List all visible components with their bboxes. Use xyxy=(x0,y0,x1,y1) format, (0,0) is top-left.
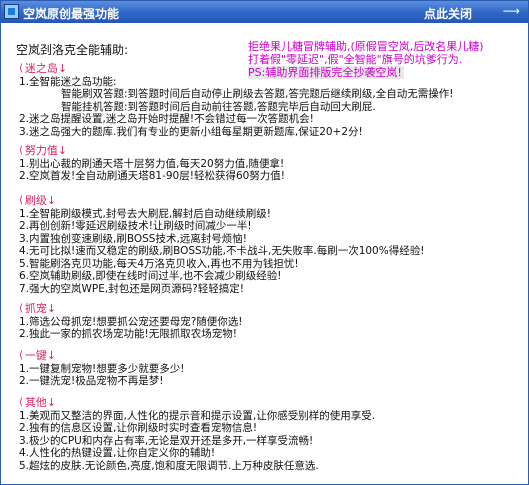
content-area: 空岚刭洛克全能辅助: 拒绝果儿糖冒牌辅助,(原假冒空岚,后改名果儿糖) 打着假"… xyxy=(5,27,523,479)
window-title: 空岚原创最强功能 xyxy=(23,7,120,21)
list-item: 1.全智能刷级模式,封号去大刷屁,解封后自动继续刷级! xyxy=(19,207,271,220)
list-item: 2.独有的信息区设置,让你刷级时实时查看宠物信息! xyxy=(19,422,258,434)
list-item: 智能刷双答题:到答题时间后自动停止刷级去答题,答完题后继续刷级,全自动无需操作! xyxy=(61,88,454,100)
section-marker-icon: ⟨ xyxy=(19,303,23,314)
section-catch: ⟨ 抓宠 ↓ 1.筛选公母抓宠!想要抓公宠还要母宠?随便你选! 2.独此一家的抓农场… xyxy=(9,302,243,341)
section-leveling: ⟨ 刷级 ↓ 1.全智能刷级模式,封号去大刷屁,解封后自动继续刷级! 2.再创创新!… xyxy=(9,194,425,295)
page-heading: 空岚刭洛克全能辅助: xyxy=(16,43,129,57)
app-icon xyxy=(4,4,19,19)
list-item: 4.人性化的热键设置,让你自定义你的辅助! xyxy=(19,447,216,459)
arrow-right-icon[interactable]: ⟶ xyxy=(503,4,520,18)
list-item: 2.独此一家的抓农场宠功能!无限抓取农场宠物! xyxy=(19,328,237,340)
section-title: ⟨ 抓宠 ↓ xyxy=(19,302,57,315)
section-marker-icon: ⟨ xyxy=(19,350,23,361)
list-item: 1.一键复制宠物!想要多少就要多少! xyxy=(19,362,185,375)
list-item: 2.空岚首发!全自动刷通天塔81-90层!轻松获得60努力值! xyxy=(19,170,286,182)
section-effort: ⟨ 努力值 ↓ 1.别出心裁的刷通天塔十层努力值,每天20努力值,随便拿! 2.空岚… xyxy=(9,144,286,183)
list-item: 3.极少的CPU和内存占有率,无论是双开还是多开,一样享受流畅! xyxy=(19,434,314,447)
section-title: ⟨ 一键 ↓ xyxy=(19,349,57,362)
list-item: 7.强大的空岚WPE,封包还是网页源码?轻轻搞定! xyxy=(19,282,244,295)
notice-line: 拒绝果儿糖冒牌辅助,(原假冒空岚,后改名果儿糖) xyxy=(248,40,484,53)
section-marker-icon: ⟨ xyxy=(19,397,23,408)
list-item: 1.美观而又整洁的界面,人性化的提示音和提示设置,让你感受别样的使用享受. xyxy=(19,409,376,422)
section-title: ⟨ 迷之岛 ↓ xyxy=(19,62,68,75)
section-marker-icon: ⟨ xyxy=(19,63,23,74)
list-item: 6.空岚辅助刷级,即使在线时间过半,也不会减少刷级经验! xyxy=(19,270,282,282)
list-item: 1.全智能迷之岛功能: xyxy=(19,75,117,88)
main-window: 空岚原创最强功能 点此关闭 ⟶ 空岚刭洛克全能辅助: 拒绝果儿糖冒牌辅助,(原假… xyxy=(0,0,529,485)
list-item: 智能挂机答题:到答题时间后自动前往答题,答题完毕后自动回大刷屁. xyxy=(61,100,376,113)
list-item: 1.筛选公母抓宠!想要抓公宠还要母宠?随便你选! xyxy=(19,315,243,328)
list-item: 5.智能刷洛克贝功能,每天4万洛克贝收入,再也不用为钱担忧! xyxy=(19,257,299,270)
section-title: ⟨ 其他 ↓ xyxy=(19,396,57,409)
list-item: 5.超炫的皮肤.无论颜色,亮度,饱和度无限调节.上万种皮肤任意选. xyxy=(19,459,319,472)
section-title: ⟨ 刷级 ↓ xyxy=(19,194,57,207)
close-link[interactable]: 点此关闭 xyxy=(424,5,472,22)
list-item: 3.迷之岛强大的题库.我们有专业的更新小组每星期更新题库,保证20+2分! xyxy=(19,125,363,138)
list-item: 2.迷之岛提醒设置,迷之岛开始时提醒!不会错过每一次答题机会! xyxy=(19,113,314,125)
section-other: ⟨ 其他 ↓ 1.美观而又整洁的界面,人性化的提示音和提示设置,让你感受别样的使用享… xyxy=(9,396,376,472)
title-bar[interactable]: 空岚原创最强功能 点此关闭 ⟶ xyxy=(1,1,528,23)
section-onekey: ⟨ 一键 ↓ 1.一键复制宠物!想要多少就要多少! 2.一键洗宠!极品宠物不再是梦! xyxy=(9,349,185,388)
section-island: ⟨ 迷之岛 ↓ 1.全智能迷之岛功能: 智能刷双答题:到答题时间后自动停止刷级去答题… xyxy=(9,62,454,138)
list-item: 1.别出心裁的刷通天塔十层努力值,每天20努力值,随便拿! xyxy=(19,157,285,170)
section-title: ⟨ 努力值 ↓ xyxy=(19,144,68,157)
list-item: 2.再创创新!零延迟刷级技术!让刷级时间减少一半! xyxy=(19,220,252,232)
section-marker-icon: ⟨ xyxy=(19,195,23,206)
list-item: 2.一键洗宠!极品宠物不再是梦! xyxy=(19,375,164,387)
list-item: 4.无可比拟!速而又稳定的刷级,刷BOSS功能,不卡战斗,无失败率.每刷一次10… xyxy=(19,245,425,257)
list-item: 3.内置独创变速刷级,刷BOSS技术,远离封号烦恼! xyxy=(19,232,248,245)
section-marker-icon: ⟨ xyxy=(19,145,23,156)
